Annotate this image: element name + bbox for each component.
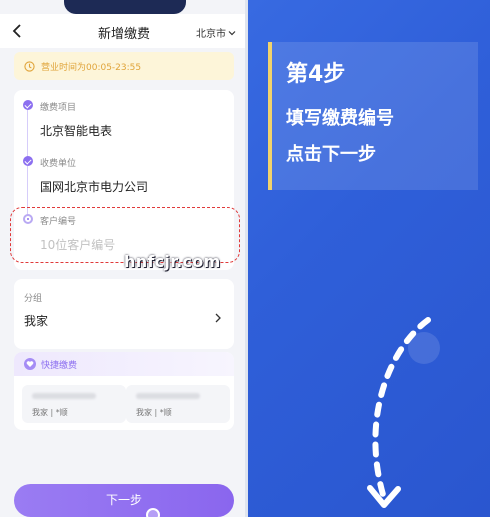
notice-text: 营业时间为00:05-23:55 xyxy=(41,62,142,73)
payment-item-value[interactable]: 北京智能电表 xyxy=(40,122,112,139)
quick-pay-item[interactable]: 我家 | *顺 xyxy=(126,385,230,423)
quick-pay-item-sub: 我家 | *顺 xyxy=(136,408,172,417)
chevron-down-icon xyxy=(228,30,236,35)
watermark-text: hnfcjr.com xyxy=(124,252,221,271)
quick-pay-header: 快捷缴费 xyxy=(14,352,234,376)
next-step-button[interactable]: 下一步 xyxy=(14,484,234,517)
clock-icon xyxy=(24,60,35,72)
quick-pay-title: 快捷缴费 xyxy=(41,360,78,371)
nav-bar: 新增缴费 北京市 xyxy=(0,14,245,48)
blurred-account-number xyxy=(32,393,96,399)
instruction-line-2: 点击下一步 xyxy=(286,144,376,165)
business-hours-notice: 营业时间为00:05-23:55 xyxy=(14,52,234,80)
group-label: 分组 xyxy=(24,294,43,304)
group-value: 我家 xyxy=(24,314,49,328)
instruction-accent-bar xyxy=(268,42,272,190)
step-line xyxy=(27,106,28,158)
instruction-step: 第4步 xyxy=(286,62,346,87)
step-done-check-icon xyxy=(23,100,33,110)
heart-icon xyxy=(24,358,36,370)
step-done-check-icon xyxy=(23,156,33,166)
touch-indicator-icon xyxy=(146,508,160,517)
blurred-account-number xyxy=(136,393,200,399)
quick-pay-item-sub: 我家 | *顺 xyxy=(32,408,68,417)
group-selector[interactable]: 分组 我家 xyxy=(14,279,234,349)
phone-notch xyxy=(64,0,186,14)
quick-pay-card: 快捷缴费 我家 | *顺 我家 | *顺 xyxy=(14,352,234,430)
payment-item-label: 缴费项目 xyxy=(40,103,77,113)
dashed-curved-arrow-icon xyxy=(367,317,440,508)
payment-unit-label: 收费单位 xyxy=(40,159,77,169)
city-selector[interactable]: 北京市 xyxy=(196,25,236,40)
quick-pay-item[interactable]: 我家 | *顺 xyxy=(22,385,126,423)
instruction-line-1: 填写缴费编号 xyxy=(286,108,394,129)
payment-unit-value[interactable]: 国网北京市电力公司 xyxy=(40,178,148,195)
chevron-right-icon xyxy=(215,313,221,323)
city-label: 北京市 xyxy=(196,29,226,40)
